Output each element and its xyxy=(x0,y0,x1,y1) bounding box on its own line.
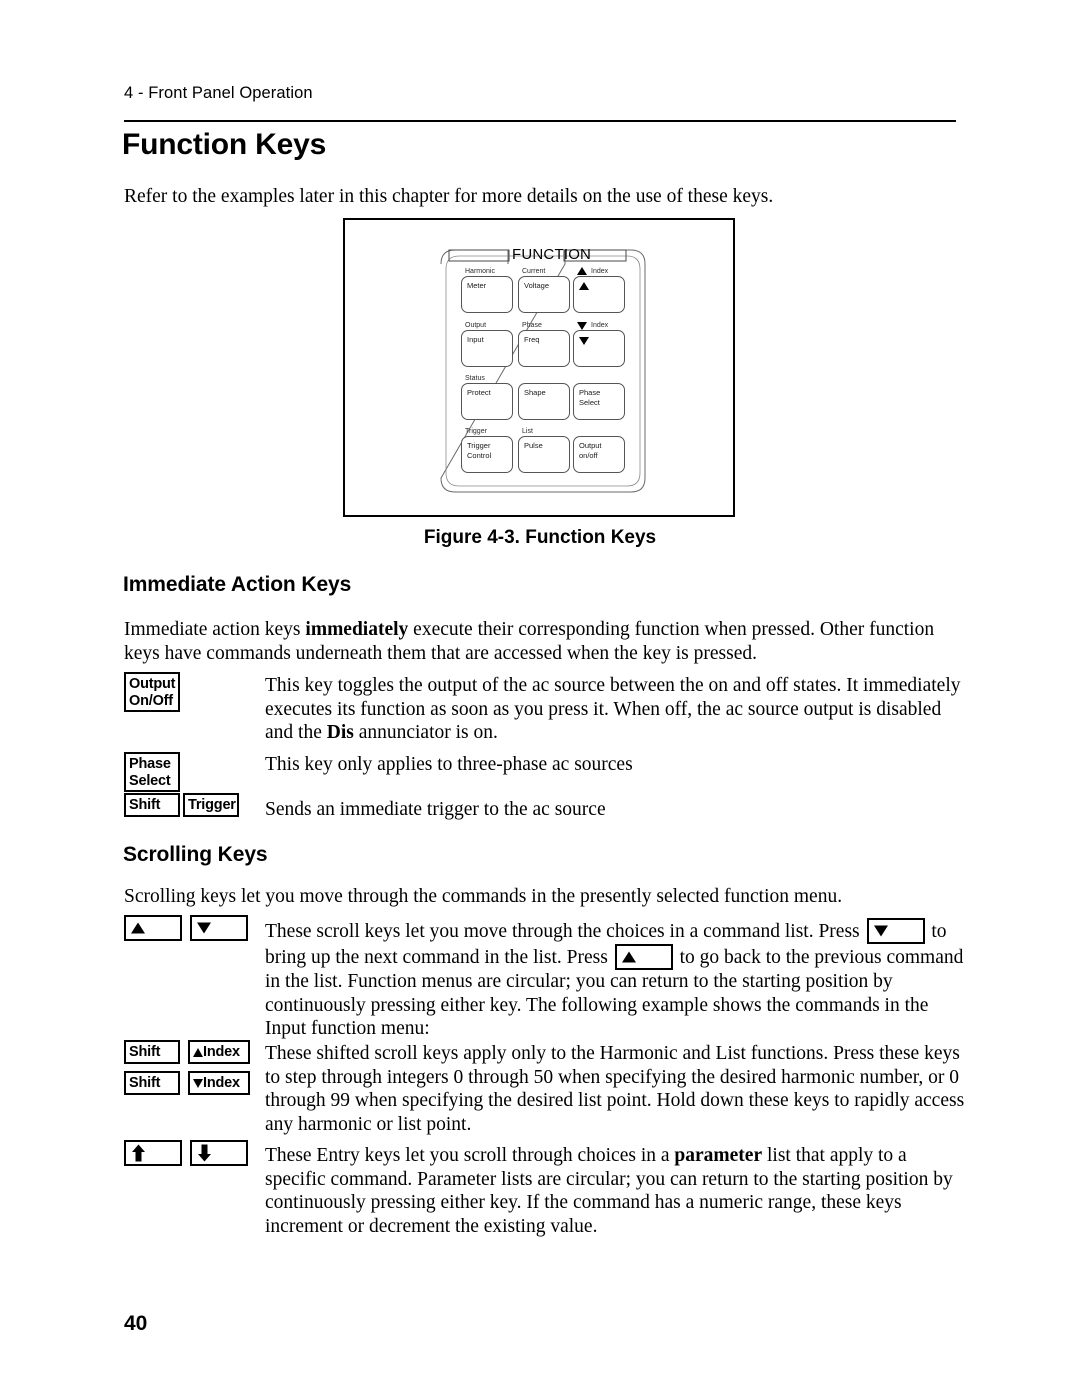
key-phase-select[interactable]: Phase Select xyxy=(573,383,625,420)
key-trigger-glyph[interactable]: Trigger xyxy=(183,793,239,817)
key-shift-label-2: Shift xyxy=(129,1044,161,1060)
down-arrow-icon xyxy=(197,922,211,934)
key-index-down-arrow-icon xyxy=(579,337,589,345)
running-head: 4 - Front Panel Operation xyxy=(124,84,313,102)
immediate-row-1-text-2: annunciator is on. xyxy=(353,722,498,743)
inline-key-scroll-down[interactable] xyxy=(866,918,925,944)
up-arrow-icon xyxy=(131,922,145,934)
key-meter[interactable]: Meter xyxy=(461,276,513,313)
key-shift-label-index-down: Index xyxy=(591,322,609,329)
key-shift-glyph-index-down[interactable]: Shift xyxy=(124,1071,180,1095)
scrolling-paragraph: Scrolling keys let you move through the … xyxy=(124,886,843,907)
header-rule xyxy=(124,120,956,122)
key-output-onoff-label: Output on/off xyxy=(579,441,602,460)
up-arrow-icon xyxy=(621,951,636,963)
key-index-up-glyph[interactable]: Index xyxy=(188,1040,250,1064)
key-shift-glyph-index-up[interactable]: Shift xyxy=(124,1040,180,1064)
key-phase-select-label: Phase Select xyxy=(579,388,601,407)
function-keypad-diagram: FUNCTION Harmonic Meter Current Voltage … xyxy=(433,242,653,499)
key-phase-select-line-1: Phase xyxy=(129,756,171,772)
document-page: 4 - Front Panel Operation Function Keys … xyxy=(0,0,1080,1397)
key-shift-label-list: List xyxy=(522,428,533,435)
key-shift-label-output: Output xyxy=(465,322,487,329)
immediate-action-paragraph: Immediate action keys immediately execut… xyxy=(124,618,964,665)
key-meter-label: Meter xyxy=(467,281,487,290)
key-shape-label: Shape xyxy=(524,388,546,397)
key-shift-label-index-up: Index xyxy=(591,268,609,275)
down-triangle-icon xyxy=(577,322,587,330)
key-pulse[interactable]: Pulse xyxy=(518,436,570,473)
key-trigger-control[interactable]: Trigger Control xyxy=(461,436,513,473)
heading-immediate-action-keys: Immediate Action Keys xyxy=(123,573,352,596)
key-index-up-arrow-icon xyxy=(579,282,589,290)
immediate-row-1-description: This key toggles the output of the ac so… xyxy=(265,674,965,745)
key-freq[interactable]: Freq xyxy=(518,330,570,367)
scroll-row-3-bold: parameter xyxy=(674,1145,763,1166)
up-triangle-icon xyxy=(193,1048,203,1058)
key-shift-label-status: Status xyxy=(465,375,485,382)
key-index-up-label: Index xyxy=(203,1044,240,1060)
key-freq-label: Freq xyxy=(524,335,540,344)
key-index-down-label: Index xyxy=(203,1075,240,1091)
page-title: Function Keys xyxy=(122,128,327,161)
key-output-onoff[interactable]: Output on/off xyxy=(573,436,625,473)
key-voltage[interactable]: Voltage xyxy=(518,276,570,313)
key-index-down[interactable] xyxy=(573,330,625,367)
scroll-row-3-text-1: These Entry keys let you scroll through … xyxy=(265,1145,675,1166)
key-index-down-glyph[interactable]: Index xyxy=(188,1071,250,1095)
scroll-row-1-text-1: These scroll keys let you move through t… xyxy=(265,921,865,942)
key-scroll-down-glyph[interactable] xyxy=(190,915,248,941)
key-phase-select-line-2: Select xyxy=(129,773,171,789)
down-arrow-icon xyxy=(873,925,888,937)
immediate-row-3-description: Sends an immediate trigger to the ac sou… xyxy=(265,799,606,820)
key-trigger-label: Trigger xyxy=(188,797,236,813)
block-up-arrow-icon xyxy=(132,1144,145,1162)
key-voltage-label: Voltage xyxy=(524,281,550,290)
immediate-action-paragraph-bold: immediately xyxy=(305,619,409,640)
keypad-function-title: FUNCTION xyxy=(512,246,592,263)
key-output-onoff-glyph[interactable]: Output On/Off xyxy=(124,672,180,712)
key-index-up[interactable] xyxy=(573,276,625,313)
key-entry-down-glyph[interactable] xyxy=(190,1140,248,1166)
figure-4-3: FUNCTION Harmonic Meter Current Voltage … xyxy=(343,218,735,517)
block-down-arrow-icon xyxy=(198,1144,211,1162)
scroll-row-1-description: These scroll keys let you move through t… xyxy=(265,918,965,1041)
key-entry-up-glyph[interactable] xyxy=(124,1140,182,1166)
key-trigger-control-label: Trigger Control xyxy=(467,441,492,460)
up-triangle-icon xyxy=(577,267,587,275)
key-shift-label-1: Shift xyxy=(129,797,161,813)
immediate-row-1-bold: Dis xyxy=(326,722,354,743)
key-phase-select-glyph[interactable]: Phase Select xyxy=(124,752,180,792)
key-shift-label-phase: Phase xyxy=(522,322,542,329)
down-triangle-icon xyxy=(193,1079,203,1089)
scroll-row-2-description: These shifted scroll keys apply only to … xyxy=(265,1043,965,1135)
key-shape[interactable]: Shape xyxy=(518,383,570,420)
heading-scrolling-keys: Scrolling Keys xyxy=(123,843,268,866)
figure-caption: Figure 4-3. Function Keys xyxy=(423,527,657,548)
key-shift-label-current: Current xyxy=(522,268,546,275)
key-pulse-label: Pulse xyxy=(524,441,543,450)
page-number: 40 xyxy=(124,1312,148,1335)
key-input[interactable]: Input xyxy=(461,330,513,367)
key-protect[interactable]: Protect xyxy=(461,383,513,420)
key-output-onoff-line-1: Output xyxy=(129,676,176,692)
key-output-onoff-line-2: On/Off xyxy=(129,693,173,709)
immediate-action-paragraph-text-1: Immediate action keys xyxy=(124,619,306,640)
inline-key-scroll-up[interactable] xyxy=(614,944,673,970)
key-protect-label: Protect xyxy=(467,388,491,397)
scroll-row-3-description: These Entry keys let you scroll through … xyxy=(265,1144,965,1238)
key-shift-label-3: Shift xyxy=(129,1075,161,1091)
key-shift-label-harmonic: Harmonic xyxy=(465,268,495,275)
key-scroll-up-glyph[interactable] xyxy=(124,915,182,941)
immediate-row-2-description: This key only applies to three-phase ac … xyxy=(265,754,633,775)
key-input-label: Input xyxy=(467,335,484,344)
key-shift-glyph-trigger[interactable]: Shift xyxy=(124,793,180,817)
key-shift-label-trigger: Trigger xyxy=(465,428,487,435)
intro-paragraph: Refer to the examples later in this chap… xyxy=(124,186,774,207)
